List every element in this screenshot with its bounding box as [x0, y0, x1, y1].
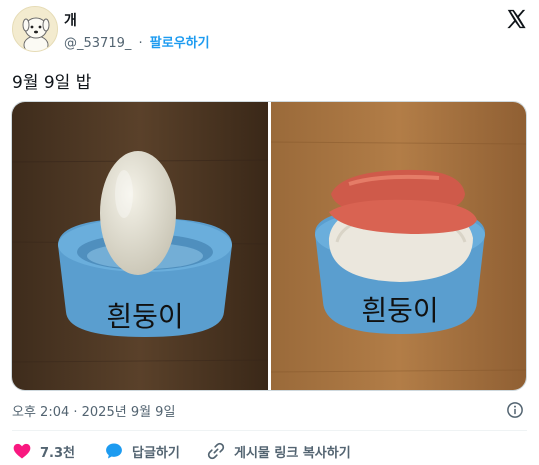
reply-button[interactable]: 답글하기 — [104, 440, 180, 462]
avatar[interactable] — [12, 6, 58, 52]
x-logo-icon[interactable] — [505, 8, 527, 30]
speech-bubble-icon — [106, 443, 122, 459]
media-grid[interactable]: 흰둥이 흰둥이 — [11, 101, 527, 391]
like-count: 7.3천 — [40, 445, 75, 461]
tweet-header: 개 @_53719_ · 팔로우하기 — [12, 6, 527, 52]
bowl-label-left: 흰둥이 — [106, 300, 183, 333]
dog-avatar-illustration — [13, 7, 57, 51]
copy-link-label: 게시물 링크 복사하기 — [234, 445, 351, 461]
reply-label: 답글하기 — [132, 445, 180, 461]
photo-rice-bowl[interactable]: 흰둥이 — [271, 102, 527, 391]
link-icon — [207, 442, 225, 460]
info-icon[interactable] — [506, 401, 524, 419]
handle-row: @_53719_ · 팔로우하기 — [64, 32, 210, 51]
author-name[interactable]: 개 — [64, 10, 77, 30]
like-button[interactable]: 7.3천 — [12, 440, 75, 462]
heart-icon — [13, 443, 31, 459]
tweet-timestamp[interactable]: 오후 2:04 · 2025년 9월 9일 — [12, 401, 175, 420]
tweet-text: 9월 9일 밥 — [12, 73, 92, 93]
author-handle[interactable]: @_53719_ — [64, 36, 131, 51]
action-bar: 7.3천 답글하기 게시물 링크 복사하기 — [12, 440, 527, 462]
photo-radish-bowl[interactable]: 흰둥이 — [12, 102, 268, 391]
separator: · — [138, 36, 143, 51]
divider — [12, 430, 527, 431]
bowl-label-right: 흰둥이 — [361, 294, 438, 327]
follow-button[interactable]: 팔로우하기 — [150, 36, 210, 51]
copy-link-button[interactable]: 게시물 링크 복사하기 — [206, 440, 351, 462]
